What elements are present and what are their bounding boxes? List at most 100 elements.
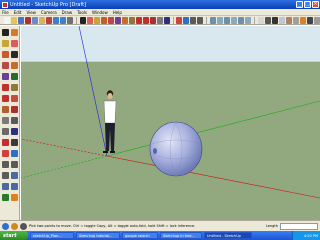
model-scene[interactable]: [21, 26, 320, 220]
push-pull-icon[interactable]: [128, 16, 135, 24]
circle-icon[interactable]: [107, 16, 114, 24]
textured-icon[interactable]: [285, 16, 292, 24]
menu-file[interactable]: File: [2, 10, 9, 15]
offset-icon[interactable]: [149, 16, 156, 24]
axes-icon[interactable]: [2, 139, 9, 146]
rotate-icon[interactable]: [142, 16, 149, 24]
zoom-window-icon[interactable]: [11, 161, 18, 168]
text-icon[interactable]: [11, 128, 18, 135]
arc-icon[interactable]: [11, 62, 18, 69]
left-view-icon[interactable]: [245, 16, 252, 24]
drawing-viewport[interactable]: [21, 26, 320, 220]
follow-me-icon[interactable]: [11, 95, 18, 102]
dimension-icon[interactable]: [11, 117, 18, 124]
pan-icon[interactable]: [11, 150, 18, 157]
menu-camera[interactable]: Camera: [41, 10, 57, 15]
zoom-extents-icon[interactable]: [2, 172, 9, 179]
taskbar-window-button[interactable]: Untitled - SketchUp: [204, 232, 252, 239]
rotate-icon[interactable]: [2, 95, 9, 102]
orbit-icon[interactable]: [176, 16, 183, 24]
credits-icon: [11, 222, 18, 230]
main-toolbar: [0, 16, 320, 25]
move-icon[interactable]: [135, 16, 142, 24]
sphere[interactable]: [149, 121, 203, 177]
print-icon[interactable]: [66, 16, 73, 24]
zoom-extents-icon[interactable]: [197, 16, 204, 24]
arc-icon[interactable]: [121, 16, 128, 24]
copy-icon[interactable]: [31, 16, 38, 24]
menu-help[interactable]: Help: [113, 10, 122, 15]
orbit-icon[interactable]: [2, 150, 9, 157]
tape-measure-icon[interactable]: [2, 117, 9, 124]
freehand-icon[interactable]: [11, 73, 18, 80]
sky: [21, 26, 320, 62]
zoom-icon[interactable]: [190, 16, 197, 24]
paint-bucket-icon[interactable]: [2, 40, 9, 47]
paint-bucket-icon[interactable]: [93, 16, 100, 24]
close-button[interactable]: ×: [312, 1, 319, 8]
offset-icon[interactable]: [11, 106, 18, 113]
text-icon[interactable]: [163, 16, 170, 24]
maximize-button[interactable]: □: [304, 1, 311, 8]
walk-icon[interactable]: [11, 183, 18, 190]
save-icon[interactable]: [17, 16, 24, 24]
look-around-icon[interactable]: [2, 194, 9, 201]
line-icon[interactable]: [11, 51, 18, 58]
new-icon[interactable]: [4, 16, 10, 24]
menu-view[interactable]: View: [26, 10, 36, 15]
xray-icon[interactable]: [257, 16, 264, 24]
shadows-icon[interactable]: [306, 16, 313, 24]
cut-icon[interactable]: [24, 16, 31, 24]
open-icon[interactable]: [10, 16, 17, 24]
menu-draw[interactable]: Draw: [62, 10, 72, 15]
menu-tools[interactable]: Tools: [77, 10, 87, 15]
taskbar-window-button[interactable]: google search: [122, 232, 158, 239]
3d-text-icon[interactable]: [11, 139, 18, 146]
tape-measure-icon[interactable]: [156, 16, 163, 24]
wireframe-icon[interactable]: [264, 16, 271, 24]
eraser-icon[interactable]: [86, 16, 93, 24]
front-view-icon[interactable]: [224, 16, 231, 24]
shaded-icon[interactable]: [278, 16, 285, 24]
minimize-button[interactable]: _: [296, 1, 303, 8]
menu-edit[interactable]: Edit: [14, 10, 22, 15]
protractor-icon[interactable]: [2, 128, 9, 135]
zoom-icon[interactable]: [2, 161, 9, 168]
rectangle-icon[interactable]: [2, 51, 9, 58]
clock: 4:20 PM: [303, 233, 318, 238]
undo-icon[interactable]: [52, 16, 59, 24]
paste-icon[interactable]: [38, 16, 45, 24]
section-plane-icon[interactable]: [11, 194, 18, 201]
fog-icon[interactable]: [313, 16, 320, 24]
taskbar-window-button[interactable]: Sketchup in free...: [160, 232, 202, 239]
select-icon[interactable]: [79, 16, 86, 24]
polygon-icon[interactable]: [2, 73, 9, 80]
section-plane-icon[interactable]: [299, 16, 306, 24]
component-icon[interactable]: [11, 29, 18, 36]
pan-icon[interactable]: [183, 16, 190, 24]
monochrome-icon[interactable]: [292, 16, 299, 24]
right-view-icon[interactable]: [231, 16, 238, 24]
menu-window[interactable]: Window: [92, 10, 108, 15]
taskbar-window-button[interactable]: sketchUp_Plan...: [30, 232, 74, 239]
eraser-icon[interactable]: [11, 40, 18, 47]
rectangle-icon[interactable]: [100, 16, 107, 24]
select-icon[interactable]: [2, 29, 9, 36]
figure-shoe-left: [103, 151, 108, 153]
back-view-icon[interactable]: [238, 16, 245, 24]
top-view-icon[interactable]: [217, 16, 224, 24]
position-camera-icon[interactable]: [2, 183, 9, 190]
push-pull-icon[interactable]: [11, 84, 18, 91]
start-button[interactable]: start: [0, 231, 28, 240]
hidden-line-icon[interactable]: [271, 16, 278, 24]
circle-icon[interactable]: [2, 62, 9, 69]
previous-view-icon[interactable]: [11, 172, 18, 179]
move-icon[interactable]: [2, 84, 9, 91]
taskbar-window-button[interactable]: Sketchup tutorial...: [76, 232, 120, 239]
polygon-icon[interactable]: [114, 16, 121, 24]
iso-view-icon[interactable]: [210, 16, 217, 24]
erase-icon[interactable]: [45, 16, 52, 24]
scale-icon[interactable]: [2, 106, 9, 113]
redo-icon[interactable]: [59, 16, 66, 24]
measurements-box[interactable]: [280, 223, 318, 230]
